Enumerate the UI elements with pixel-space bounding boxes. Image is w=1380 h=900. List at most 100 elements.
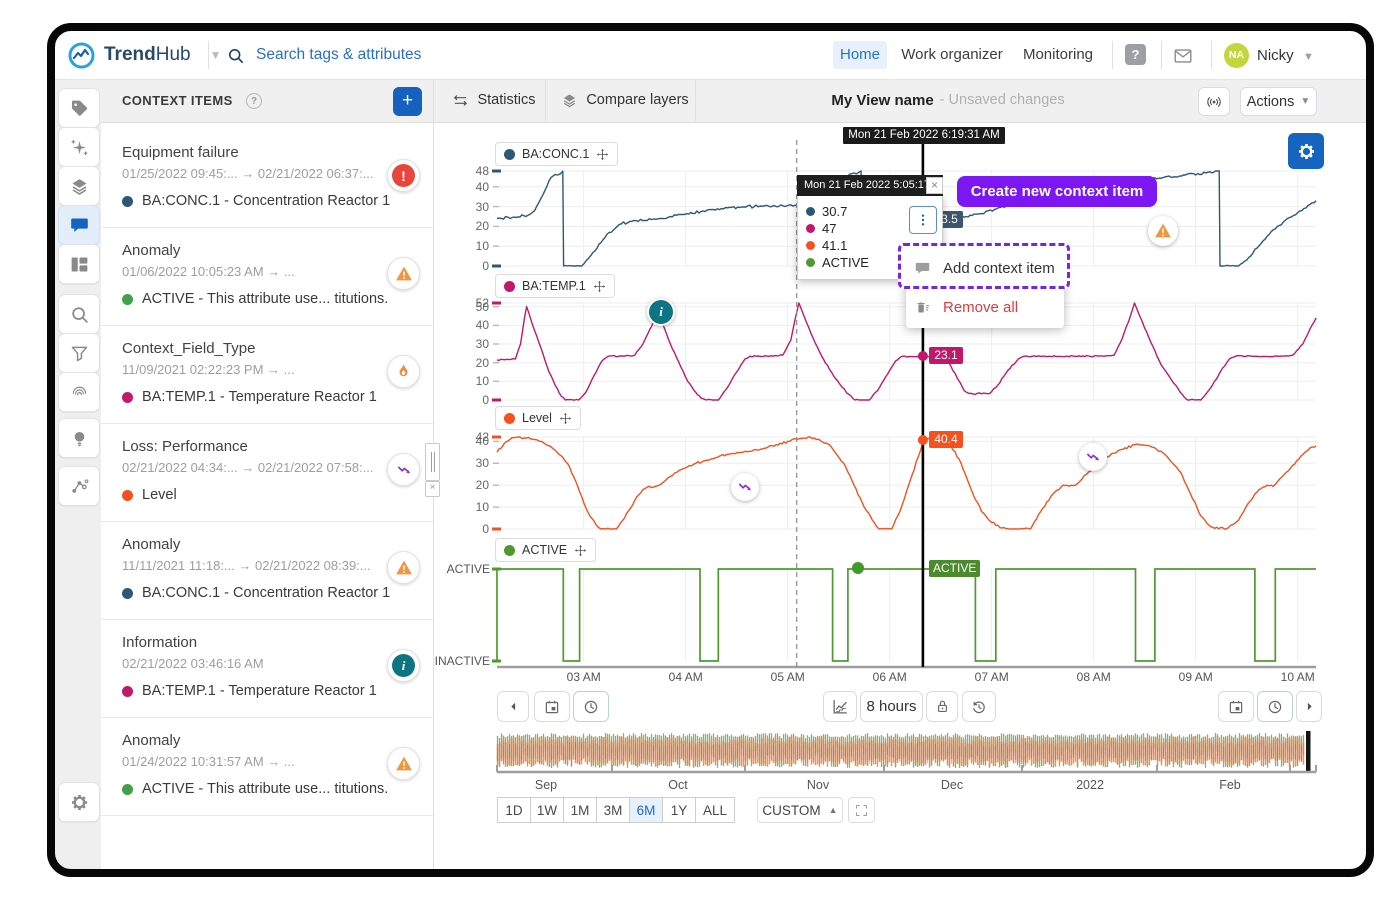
- sidebar-item-filter[interactable]: [58, 333, 100, 373]
- tooltip-timestamp: Mon 21 Feb 2022 5:05:17 AM: [797, 175, 943, 196]
- compare-layers-button[interactable]: Compare layers: [555, 79, 695, 121]
- start-date-button[interactable]: [534, 691, 570, 722]
- end-date-button[interactable]: [1218, 691, 1254, 722]
- y-axis-tick: 20: [455, 356, 489, 370]
- sidebar-item-comment[interactable]: [58, 205, 100, 245]
- range-button-6m[interactable]: 6M: [629, 797, 663, 823]
- move-icon[interactable]: [559, 412, 572, 425]
- chart-type-button[interactable]: [823, 691, 857, 722]
- legend-level[interactable]: Level: [495, 406, 581, 430]
- range-button-1y[interactable]: 1Y: [662, 797, 696, 823]
- app-logo[interactable]: TrendHub ▼: [68, 41, 221, 69]
- history-button[interactable]: [962, 691, 996, 722]
- actions-button[interactable]: Actions▼: [1240, 87, 1317, 116]
- step-back-button[interactable]: [497, 691, 529, 722]
- clock-icon: [1266, 698, 1284, 716]
- y-axis-tick: 30: [455, 456, 489, 470]
- menu-item-add-context-item[interactable]: Add context item: [914, 252, 1060, 284]
- range-button-all[interactable]: ALL: [695, 797, 735, 823]
- range-button-1w[interactable]: 1W: [530, 797, 564, 823]
- chart-marker-trend-down[interactable]: [1079, 443, 1107, 471]
- context-event-dot[interactable]: [852, 562, 864, 574]
- legend-ba-temp[interactable]: BA:TEMP.1: [495, 274, 615, 298]
- user-menu-caret-icon[interactable]: ▼: [1303, 51, 1314, 63]
- step-forward-button[interactable]: [1296, 691, 1322, 722]
- chart-marker-warning[interactable]: [1148, 216, 1178, 246]
- move-icon[interactable]: [596, 148, 609, 161]
- mail-icon[interactable]: [1172, 45, 1194, 67]
- search-icon: [69, 304, 90, 325]
- trend-charts-canvas[interactable]: [0, 0, 1380, 900]
- overview-axis-label: Sep: [516, 778, 576, 792]
- avatar[interactable]: NA: [1224, 43, 1249, 68]
- help-icon[interactable]: ?: [1125, 44, 1146, 65]
- search-placeholder: Search tags & attributes: [256, 46, 421, 64]
- x-axis-tick: 03 AM: [556, 670, 612, 684]
- sidebar-item-tag[interactable]: [58, 88, 100, 128]
- gear-icon: [1296, 141, 1317, 162]
- panel-resize-handle[interactable]: [425, 443, 440, 481]
- sidebar-item-search[interactable]: [58, 294, 100, 334]
- gear-icon: [69, 792, 90, 813]
- create-context-item-button[interactable]: Create new context item: [957, 176, 1157, 207]
- time-window-button[interactable]: 8 hours: [860, 691, 923, 722]
- y-axis-tick: 0: [455, 259, 489, 273]
- tab-monitoring[interactable]: Monitoring: [1016, 41, 1100, 69]
- trend-chart-icon: [831, 697, 850, 716]
- overview-axis-label: Oct: [648, 778, 708, 792]
- end-time-button[interactable]: [1257, 691, 1293, 722]
- overview-axis-label: Dec: [922, 778, 982, 792]
- panel-collapse-button[interactable]: ×: [425, 481, 440, 497]
- sidebar-item-graph[interactable]: [58, 466, 100, 506]
- fit-range-button[interactable]: [848, 797, 875, 823]
- sidebar-item-lightbulb[interactable]: [58, 418, 100, 458]
- series-color-dot: [504, 545, 515, 556]
- arrow-right-icon: [1303, 700, 1316, 713]
- history-icon: [970, 698, 988, 716]
- sidebar-item-layers[interactable]: [58, 166, 100, 206]
- sidebar-item-sparkles[interactable]: [58, 127, 100, 167]
- layers-icon: [69, 176, 90, 197]
- chart-settings-button[interactable]: [1288, 133, 1324, 169]
- chart-marker-trend-down[interactable]: [731, 473, 759, 501]
- range-button-1d[interactable]: 1D: [497, 797, 531, 823]
- context-items-help-icon[interactable]: ?: [246, 93, 262, 109]
- y-axis-tick: 30: [455, 337, 489, 351]
- lock-window-button[interactable]: [926, 691, 958, 722]
- user-name[interactable]: Nicky: [1257, 47, 1294, 64]
- tab-work-organizer[interactable]: Work organizer: [898, 41, 1006, 69]
- move-icon[interactable]: [574, 544, 587, 557]
- arrow-left-icon: [507, 700, 520, 713]
- tab-home[interactable]: Home: [833, 41, 887, 69]
- sidebar-item-fingerprint[interactable]: [58, 372, 100, 412]
- calendar-icon: [543, 698, 561, 716]
- search-bar[interactable]: Search tags & attributes: [226, 43, 421, 67]
- statistics-button[interactable]: Statistics: [443, 79, 545, 121]
- clock-icon: [582, 698, 600, 716]
- broadcast-button[interactable]: [1198, 87, 1230, 116]
- add-context-item-button[interactable]: +: [393, 87, 422, 116]
- legend-active[interactable]: ACTIVE: [495, 538, 596, 562]
- context-kebab-button[interactable]: [909, 206, 937, 234]
- trash-icon: [914, 299, 931, 316]
- lock-icon: [934, 698, 951, 715]
- x-axis-tick: 08 AM: [1066, 670, 1122, 684]
- sidebar-item-dashboard[interactable]: [58, 244, 100, 284]
- legend-ba-conc[interactable]: BA:CONC.1: [495, 142, 618, 166]
- move-icon[interactable]: [593, 280, 606, 293]
- start-time-button[interactable]: [573, 691, 609, 722]
- menu-item-remove-all[interactable]: Remove all: [914, 292, 1060, 322]
- x-axis-tick: 10 AM: [1270, 670, 1326, 684]
- overview-axis-label: Nov: [788, 778, 848, 792]
- tooltip-close-icon[interactable]: ×: [926, 177, 943, 194]
- range-button-1m[interactable]: 1M: [563, 797, 597, 823]
- y-axis-tick: 0: [455, 522, 489, 536]
- range-button-3m[interactable]: 3M: [596, 797, 630, 823]
- chart-marker-info[interactable]: i: [647, 298, 675, 326]
- compare-layers-icon: [561, 92, 578, 109]
- sidebar-item-settings[interactable]: [58, 782, 100, 822]
- logo-caret-icon[interactable]: ▼: [210, 48, 222, 62]
- brand-bold: Trend: [104, 44, 156, 65]
- custom-range-button[interactable]: CUSTOM▲: [757, 797, 843, 823]
- y-axis-tick: 20: [455, 478, 489, 492]
